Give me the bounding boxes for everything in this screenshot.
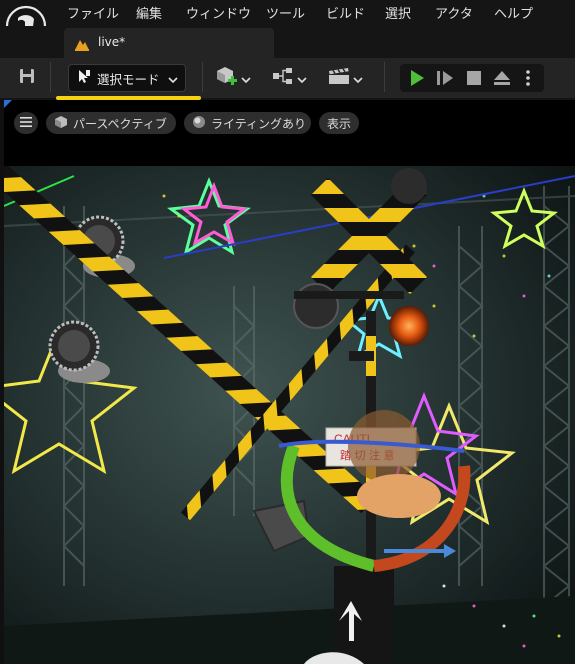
toolbar-divider [202, 62, 203, 92]
menu-build[interactable]: ビルド [326, 3, 365, 22]
chevron-down-icon [241, 69, 251, 88]
menu-tools[interactable]: ツール [266, 3, 305, 22]
lit-sphere-icon [192, 115, 206, 132]
frame-advance-button[interactable] [436, 69, 454, 91]
add-actor-button[interactable] [216, 64, 256, 92]
menu-help[interactable]: ヘルプ [494, 3, 533, 22]
menu-bar: ファイル 編集 ウィンドウ ツール ビルド 選択 アクタ ヘルプ [0, 0, 575, 47]
play-button[interactable] [408, 69, 426, 91]
eject-icon [494, 71, 510, 85]
toolbar-divider [384, 62, 385, 92]
frame-advance-icon [437, 71, 453, 85]
toolbar-divider [50, 62, 51, 92]
show-flags-button[interactable]: 表示 [319, 112, 359, 134]
menu-actor[interactable]: アクタ [435, 3, 473, 22]
eject-button[interactable] [493, 69, 511, 91]
stop-icon [467, 71, 481, 85]
blueprint-icon [272, 67, 294, 89]
save-button[interactable] [14, 64, 40, 92]
chevron-down-icon [353, 69, 363, 88]
lighting-mode-button[interactable]: ライティングあり [184, 112, 311, 134]
tab-label: live* [98, 35, 126, 49]
cinematics-button[interactable] [328, 64, 368, 92]
blueprint-button[interactable] [272, 64, 312, 92]
hamburger-icon [20, 116, 32, 130]
chevron-down-icon [297, 69, 307, 88]
viewport-menu-button[interactable] [14, 112, 38, 134]
more-options-button[interactable] [525, 69, 531, 91]
play-controls [400, 64, 544, 92]
menu-file[interactable]: ファイル [67, 3, 119, 22]
add-actor-icon [216, 66, 238, 90]
save-icon [19, 68, 35, 88]
selection-mode-dropdown[interactable]: 選択モード [68, 64, 186, 92]
lighting-label: ライティングあり [211, 116, 307, 131]
document-tab-bar: live* [0, 26, 575, 58]
perspective-button[interactable]: パースペクティブ [46, 112, 176, 134]
viewport-focus-marker [4, 100, 12, 108]
clapperboard-icon [328, 67, 350, 89]
chevron-down-icon [167, 69, 178, 88]
more-options-icon [526, 70, 530, 86]
select-mode-icon [77, 68, 91, 88]
play-icon [411, 70, 424, 86]
perspective-cube-icon [54, 115, 68, 132]
perspective-label: パースペクティブ [73, 116, 167, 131]
tab-level-live[interactable]: live* [64, 28, 274, 58]
stop-button[interactable] [466, 70, 482, 90]
menu-select[interactable]: 選択 [385, 3, 411, 22]
show-label: 表示 [326, 116, 351, 131]
level-viewport[interactable]: CAUTI 踏 切 注 意 [4, 166, 575, 664]
level-icon [74, 36, 90, 55]
selection-mode-label: 選択モード [97, 71, 160, 87]
menu-window[interactable]: ウィンドウ [186, 3, 251, 22]
menu-edit[interactable]: 編集 [136, 3, 162, 22]
viewport-scene: CAUTI 踏 切 注 意 [4, 166, 575, 664]
